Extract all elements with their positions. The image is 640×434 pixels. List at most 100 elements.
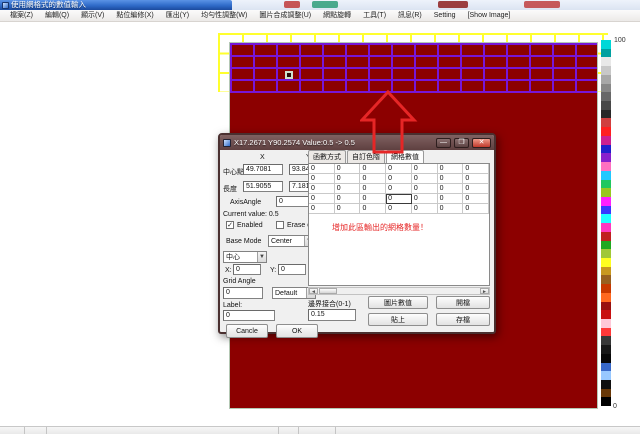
scale-max-label: 100 <box>614 37 626 44</box>
grid-cursor-marker[interactable] <box>285 71 293 79</box>
grid-angle-field[interactable]: 0 <box>223 287 263 299</box>
color-scale-segment <box>601 188 611 197</box>
scrollbar-track[interactable] <box>337 288 480 294</box>
menu-item-2[interactable]: 顯示(V) <box>75 10 110 22</box>
table-cell[interactable]: 0 <box>386 184 412 194</box>
axis-angle-field[interactable]: 0 <box>276 196 310 207</box>
column-header-x: X <box>260 154 265 161</box>
table-cell[interactable]: 0 <box>335 184 361 194</box>
table-cell[interactable]: 0 <box>360 204 386 214</box>
titlebar-artifact <box>312 1 338 8</box>
table-cell[interactable]: 0 <box>463 164 489 174</box>
status-segment <box>299 427 336 434</box>
table-cell[interactable]: 0 <box>438 184 464 194</box>
table-cell[interactable]: 0 <box>309 184 335 194</box>
table-cell[interactable]: 0 <box>412 174 438 184</box>
menu-item-8[interactable]: 工具(T) <box>357 10 392 22</box>
menu-item-9[interactable]: 訊息(R) <box>392 10 428 22</box>
table-cell[interactable]: 0 <box>412 194 438 204</box>
minimize-button[interactable]: — <box>436 138 451 148</box>
label-field[interactable]: 0 <box>223 310 275 321</box>
save-file-button[interactable]: 存檔 <box>436 313 490 326</box>
dialog-titlebar[interactable]: X17.2671 Y90.2574 Value:0.5 -> 0.5 — ❐ ✕ <box>220 135 494 150</box>
scroll-right-icon[interactable]: ► <box>480 288 489 294</box>
table-cell[interactable]: 0 <box>309 174 335 184</box>
window-titlebar[interactable]: 使用網格式的數值輸入 <box>0 0 232 10</box>
horizontal-scrollbar[interactable]: ◄ ► <box>308 287 490 295</box>
anchor-select[interactable]: 中心 ▼ <box>223 251 267 263</box>
table-cell[interactable]: 0 <box>360 174 386 184</box>
x-offset-field[interactable]: 0 <box>233 264 261 275</box>
table-cell[interactable]: 0 <box>463 184 489 194</box>
menu-item-7[interactable]: 網點旋轉 <box>317 10 357 22</box>
table-cell[interactable]: 0 <box>438 174 464 184</box>
menu-item-6[interactable]: 圖片合成調整(U) <box>253 10 317 22</box>
menu-item-0[interactable]: 檔案(Z) <box>4 10 39 22</box>
color-scale-segment <box>601 57 611 66</box>
image-values-button[interactable]: 圖片數值 <box>368 296 428 309</box>
tab-0[interactable]: 函數方式 <box>308 150 346 163</box>
open-file-button[interactable]: 開檔 <box>436 296 490 309</box>
chevron-down-icon[interactable]: ▼ <box>257 252 266 262</box>
table-cell[interactable]: 0 <box>360 164 386 174</box>
close-button[interactable]: ✕ <box>472 138 491 148</box>
cancel-button[interactable]: Cancle <box>226 324 268 338</box>
enabled-checkbox-box[interactable]: ✓ <box>226 221 234 229</box>
table-cell[interactable]: 0 <box>335 204 361 214</box>
maximize-button[interactable]: ❐ <box>454 138 469 148</box>
paste-button[interactable]: 貼上 <box>368 313 428 326</box>
table-cell[interactable]: 0 <box>335 194 361 204</box>
color-scale-segment <box>601 397 611 406</box>
scroll-left-icon[interactable]: ◄ <box>309 288 318 294</box>
menu-item-3[interactable]: 點位編修(X) <box>110 10 159 22</box>
table-cell[interactable]: 0 <box>412 184 438 194</box>
table-cell[interactable]: 0 <box>412 164 438 174</box>
color-scale-segment <box>601 232 611 241</box>
ok-button[interactable]: OK <box>276 324 318 338</box>
table-cell[interactable]: 0 <box>309 164 335 174</box>
color-scale-segment <box>601 284 611 293</box>
menu-item-5[interactable]: 均勻性調整(W) <box>195 10 253 22</box>
menu-item-4[interactable]: 匯出(Y) <box>160 10 195 22</box>
table-cell[interactable]: 0 <box>309 204 335 214</box>
table-cell[interactable]: 0 <box>412 204 438 214</box>
color-scale-segment <box>601 223 611 232</box>
axis-angle-label: AxisAngle <box>230 199 261 206</box>
menu-item-1[interactable]: 編輯(Q) <box>39 10 75 22</box>
color-scale-segment <box>601 162 611 171</box>
color-scale-segment <box>601 293 611 302</box>
table-cell[interactable]: 0 <box>386 194 412 204</box>
table-cell[interactable]: 0 <box>438 204 464 214</box>
length-x-field[interactable]: 51.9055 <box>243 181 283 192</box>
table-cell[interactable]: 0 <box>438 164 464 174</box>
base-mode-label: Base Mode <box>226 238 261 245</box>
table-cell[interactable]: 0 <box>335 174 361 184</box>
boundary-field[interactable]: 0.15 <box>308 309 356 321</box>
table-cell[interactable]: 0 <box>386 204 412 214</box>
erase-dots-checkbox-box[interactable] <box>276 221 284 229</box>
length-label: 長度 <box>223 184 237 194</box>
table-row: 0000000 <box>309 174 489 184</box>
color-scale-segment <box>601 171 611 180</box>
center-x-field[interactable]: 49.7081 <box>243 164 283 175</box>
menu-item-11[interactable]: [Show Image] <box>462 10 517 22</box>
grid-angle-mode-value: Default <box>273 290 306 297</box>
table-cell[interactable]: 0 <box>360 184 386 194</box>
menu-item-10[interactable]: Setting <box>428 10 462 22</box>
table-cell[interactable]: 0 <box>386 164 412 174</box>
table-row: 0000000 <box>309 194 489 204</box>
table-cell[interactable]: 0 <box>463 194 489 204</box>
scrollbar-thumb[interactable] <box>319 288 337 294</box>
titlebar-artifact <box>438 1 468 8</box>
table-cell[interactable]: 0 <box>463 174 489 184</box>
table-cell[interactable]: 0 <box>360 194 386 204</box>
table-cell[interactable]: 0 <box>438 194 464 204</box>
table-cell[interactable]: 0 <box>335 164 361 174</box>
y-offset-field[interactable]: 0 <box>278 264 306 275</box>
table-cell[interactable]: 0 <box>386 174 412 184</box>
table-cell[interactable]: 0 <box>463 204 489 214</box>
table-cell[interactable]: 0 <box>309 194 335 204</box>
enabled-checkbox[interactable]: ✓ Enabled <box>226 221 263 229</box>
grid-angle-label: Grid Angle <box>223 278 256 285</box>
color-scale-segment <box>601 214 611 223</box>
